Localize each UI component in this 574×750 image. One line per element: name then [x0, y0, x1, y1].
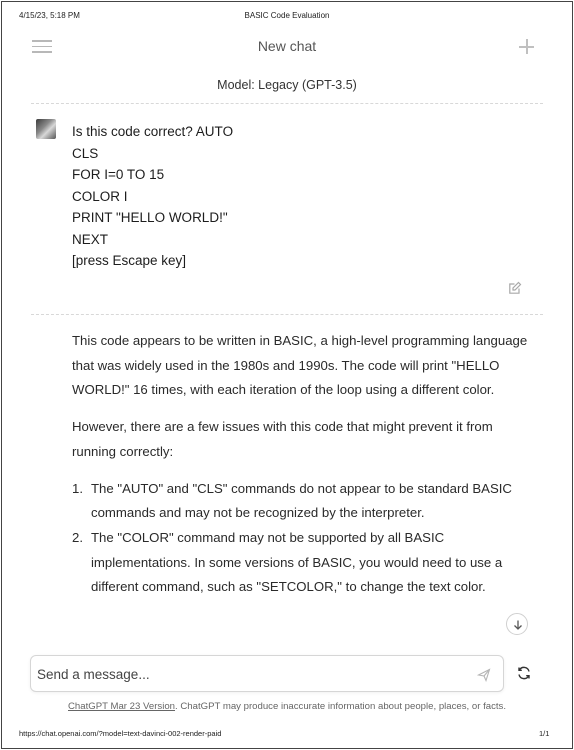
print-title: BASIC Code Evaluation [244, 11, 330, 20]
print-page-number: 1/1 [539, 729, 550, 738]
top-bar: New chat [0, 30, 574, 64]
plus-icon[interactable] [518, 38, 536, 56]
model-label: Model: Legacy (GPT-3.5) [217, 78, 357, 92]
user-line: COLOR I [72, 188, 128, 204]
version-link[interactable]: ChatGPT Mar 23 Version [68, 701, 175, 712]
list-item-text: The "AUTO" and "CLS" commands do not app… [91, 480, 512, 521]
assistant-paragraph: This code appears to be written in BASIC… [72, 333, 528, 398]
print-header: 4/15/23, 5:18 PM BASIC Code Evaluation [0, 11, 574, 25]
divider [31, 103, 543, 104]
list-item: 1. The "AUTO" and "CLS" commands do not … [72, 477, 534, 526]
arrow-down-icon [514, 620, 522, 630]
user-message-text: Is this code correct? AUTO CLS FOR I=0 T… [72, 121, 233, 272]
message-input[interactable] [37, 664, 457, 684]
issues-list: 1. The "AUTO" and "CLS" commands do not … [72, 477, 534, 601]
divider [31, 314, 543, 315]
message-composer [30, 655, 504, 692]
scroll-down-button[interactable] [506, 613, 528, 635]
send-icon[interactable] [476, 668, 491, 683]
print-url: https://chat.openai.com/?model=text-davi… [19, 729, 222, 738]
list-item-number: 1. [72, 480, 83, 496]
user-line: FOR I=0 TO 15 [72, 167, 165, 182]
edit-icon[interactable] [508, 281, 522, 295]
user-line: NEXT [72, 231, 109, 247]
assistant-paragraph: However, there are a few issues with thi… [72, 419, 493, 459]
footer-disclaimer: ChatGPT Mar 23 Version. ChatGPT may prod… [0, 701, 574, 712]
list-item-number: 2. [72, 529, 83, 545]
regenerate-icon[interactable] [516, 665, 532, 681]
page-title: New chat [257, 38, 317, 54]
user-line: CLS [72, 145, 99, 161]
list-item-text: The "COLOR" command may not be supported… [91, 529, 503, 595]
user-line: [press Escape key] [72, 253, 187, 268]
disclaimer-text: . ChatGPT may produce inaccurate informa… [175, 701, 506, 712]
assistant-message: This code appears to be written in BASIC… [72, 329, 534, 600]
print-footer: https://chat.openai.com/?model=text-davi… [0, 729, 574, 741]
user-message: Is this code correct? AUTO CLS FOR I=0 T… [36, 117, 536, 317]
user-line: Is this code correct? AUTO [72, 124, 234, 139]
avatar [36, 119, 56, 139]
user-line: PRINT "HELLO WORLD!" [72, 210, 228, 225]
list-item: 2. The "COLOR" command may not be suppor… [72, 526, 534, 600]
